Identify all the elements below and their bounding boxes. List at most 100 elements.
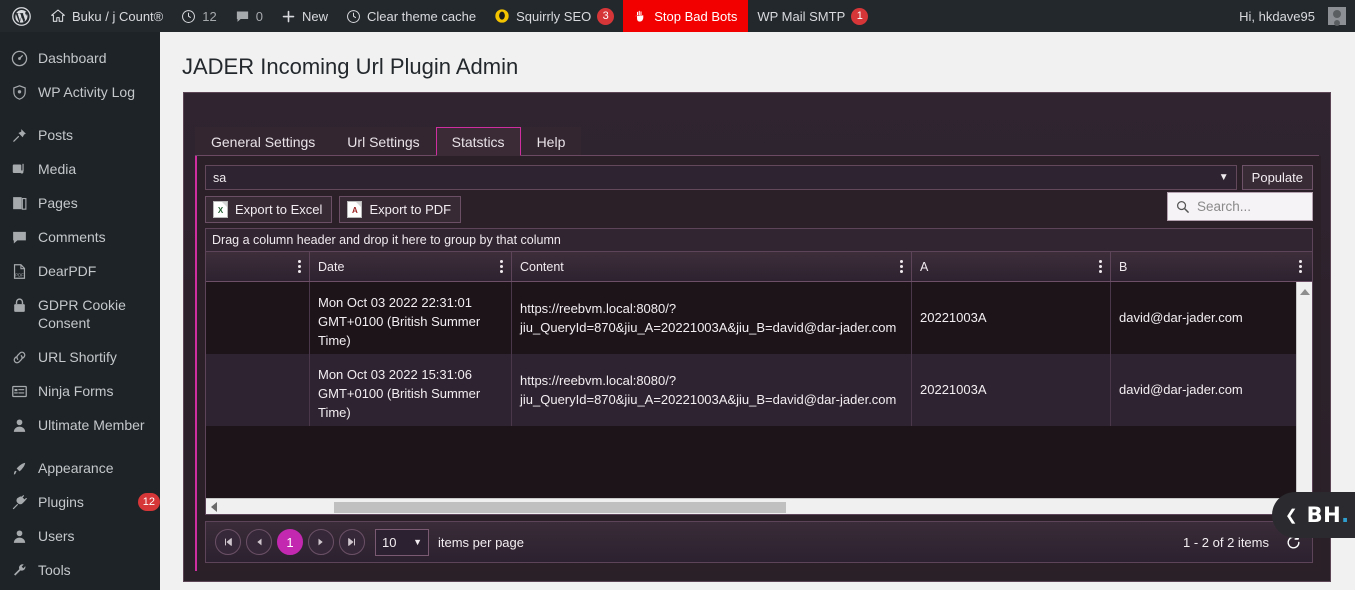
sidebar-label: Users <box>38 528 75 544</box>
search-icon <box>1175 199 1190 214</box>
admin-bar-greeting: Hi, hkdave95 <box>1239 8 1315 24</box>
admin-bar-item-stop-bad-bots[interactable]: Stop Bad Bots <box>623 0 749 32</box>
sidebar-label: Ninja Forms <box>38 383 114 399</box>
column-menu-icon[interactable] <box>900 260 903 273</box>
lock-icon <box>9 296 29 314</box>
grid-vertical-scrollbar[interactable] <box>1296 282 1312 498</box>
bh-support-widget[interactable]: ❮ BH. <box>1272 492 1355 538</box>
content-area: JADER Incoming Url Plugin Admin General … <box>160 32 1355 590</box>
admin-bar-item-clear-theme-cache[interactable]: Clear theme cache <box>337 0 485 32</box>
populate-button[interactable]: Populate <box>1241 165 1313 190</box>
prev-page-button[interactable] <box>246 529 272 555</box>
column-header-content[interactable]: Content <box>512 252 912 281</box>
table-row[interactable]: Mon Oct 03 2022 15:31:06 GMT+0100 (Briti… <box>206 354 1312 426</box>
sidebar-label: GDPR Cookie Consent <box>38 297 126 331</box>
column-header-a[interactable]: A <box>912 252 1111 281</box>
sidebar-item-plugins[interactable]: Plugins 12 <box>0 485 160 519</box>
plus-icon <box>281 9 296 24</box>
sidebar-separator <box>0 442 160 451</box>
tab-help[interactable]: Help <box>520 127 582 156</box>
sidebar-item-comments[interactable]: Comments <box>0 220 160 254</box>
chevron-left-icon[interactable]: ❮ <box>1285 506 1298 524</box>
cell-select <box>206 282 310 354</box>
search-box[interactable] <box>1167 192 1355 221</box>
sidebar-item-users[interactable]: Users <box>0 519 160 553</box>
grid-empty-space <box>206 426 1312 498</box>
column-menu-icon[interactable] <box>298 260 301 273</box>
pdf-glyph: A <box>352 205 358 215</box>
column-header-date[interactable]: Date <box>310 252 512 281</box>
sidebar-label: Dashboard <box>38 50 107 66</box>
sidebar-item-appearance[interactable]: Appearance <box>0 451 160 485</box>
sidebar-item-pages[interactable]: Pages <box>0 186 160 220</box>
pages-icon <box>9 194 29 212</box>
tab-general-settings[interactable]: General Settings <box>195 127 332 156</box>
admin-bar-account[interactable]: Hi, hkdave95 <box>1230 0 1355 32</box>
refresh-icon <box>346 9 361 24</box>
sidebar-item-dearpdf[interactable]: PDF DearPDF <box>0 254 160 288</box>
admin-bar-item-site-name[interactable]: Buku / j Count® <box>41 0 172 32</box>
sidebar-label: Comments <box>38 229 106 245</box>
squirrly-icon <box>494 8 510 24</box>
current-page-label: 1 <box>286 534 294 550</box>
sidebar-label: Pages <box>38 195 78 211</box>
hand-icon <box>632 8 648 24</box>
column-header-b[interactable]: B <box>1111 252 1310 281</box>
export-to-excel-button[interactable]: X Export to Excel <box>205 195 333 223</box>
wrench-icon <box>9 561 29 579</box>
export-to-pdf-button[interactable]: A Export to PDF <box>339 195 462 223</box>
page-number-button[interactable]: 1 <box>277 529 303 555</box>
grid-body: Mon Oct 03 2022 22:31:01 GMT+0100 (Briti… <box>206 282 1312 498</box>
column-header-select[interactable] <box>206 252 310 281</box>
last-page-button[interactable] <box>339 529 365 555</box>
query-dropdown[interactable]: sa ▼ <box>205 165 1237 190</box>
table-row[interactable]: Mon Oct 03 2022 22:31:01 GMT+0100 (Briti… <box>206 282 1312 354</box>
column-menu-icon[interactable] <box>500 260 503 273</box>
sidebar-label: DearPDF <box>38 263 97 279</box>
grid-horizontal-scrollbar[interactable] <box>206 498 1296 514</box>
svg-text:PDF: PDF <box>15 272 24 277</box>
search-input[interactable] <box>1197 199 1355 214</box>
comment-icon <box>9 228 29 246</box>
first-page-icon <box>225 538 232 546</box>
export-to-excel-label: Export to Excel <box>235 201 323 217</box>
admin-bar: Buku / j Count® 12 0 New Clear theme cac… <box>0 0 1355 32</box>
chevron-down-icon: ▼ <box>413 537 422 547</box>
next-page-icon <box>318 538 323 546</box>
sidebar-label: Plugins <box>38 494 84 510</box>
sidebar-item-ninja-forms[interactable]: Ninja Forms <box>0 374 160 408</box>
admin-bar-item-updates[interactable]: 12 <box>172 0 225 32</box>
column-menu-icon[interactable] <box>1299 260 1302 273</box>
excel-file-icon: X <box>213 200 228 218</box>
sidebar-item-url-shortify[interactable]: URL Shortify <box>0 340 160 374</box>
admin-bar-item-squirrly-seo[interactable]: Squirrly SEO 3 <box>485 0 623 32</box>
tab-statstics[interactable]: Statstics <box>435 127 521 156</box>
sidebar-item-tools[interactable]: Tools <box>0 553 160 587</box>
link-icon <box>9 348 29 366</box>
first-page-button[interactable] <box>215 529 241 555</box>
admin-bar-item-comments[interactable]: 0 <box>226 0 272 32</box>
horizontal-scroll-thumb[interactable] <box>334 502 786 513</box>
sidebar-item-dashboard[interactable]: Dashboard <box>0 41 160 75</box>
sidebar-item-posts[interactable]: Posts <box>0 118 160 152</box>
sidebar-item-wp-activity-log[interactable]: WP Activity Log <box>0 75 160 109</box>
sidebar-item-media[interactable]: Media <box>0 152 160 186</box>
sidebar-item-gdpr-cookie-consent[interactable]: GDPR Cookie Consent <box>0 288 160 340</box>
admin-bar-item-new[interactable]: New <box>272 0 337 32</box>
grid-header-row: Date Content A B <box>206 252 1312 282</box>
tab-url-settings[interactable]: Url Settings <box>331 127 436 156</box>
cell-date: Mon Oct 03 2022 15:31:06 GMT+0100 (Briti… <box>310 354 512 426</box>
admin-bar-comments-count: 0 <box>255 8 263 24</box>
scroll-up-arrow-icon[interactable] <box>1299 289 1310 295</box>
scroll-left-arrow-icon[interactable] <box>211 501 217 512</box>
group-drop-area[interactable]: Drag a column header and drop it here to… <box>205 228 1313 252</box>
sidebar-label: Posts <box>38 127 74 143</box>
next-page-button[interactable] <box>308 529 334 555</box>
column-menu-icon[interactable] <box>1099 260 1102 273</box>
sidebar-item-ultimate-member[interactable]: Ultimate Member <box>0 408 160 442</box>
admin-bar-item-wp-mail-smtp[interactable]: WP Mail SMTP 1 <box>748 0 877 32</box>
wordpress-logo-button[interactable] <box>0 0 41 32</box>
sidebar-label: Media <box>38 161 77 177</box>
page-size-select[interactable]: 10 ▼ <box>375 528 429 556</box>
update-icon <box>181 9 196 24</box>
